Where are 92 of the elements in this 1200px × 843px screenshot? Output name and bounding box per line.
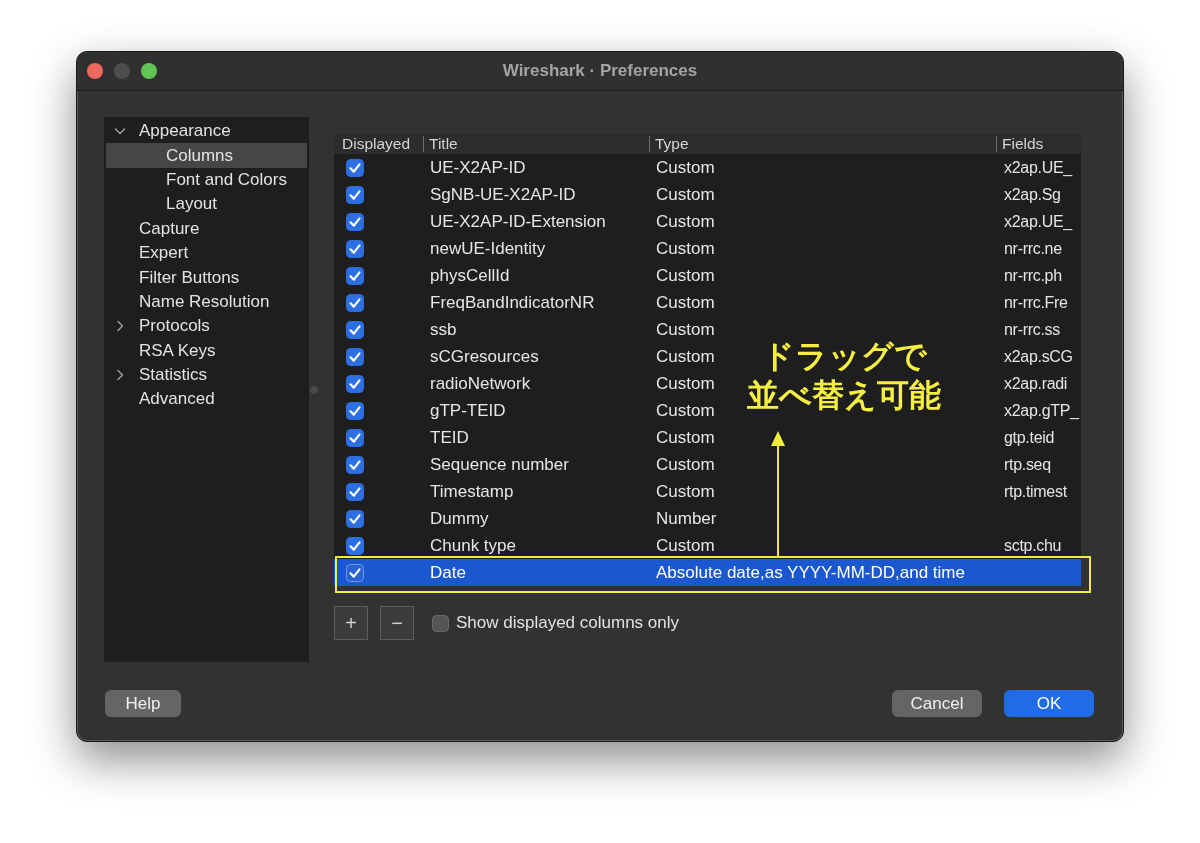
table-cell: Dummy <box>430 508 489 529</box>
table-cell-text: x2ap.gTP_ <box>1004 401 1079 421</box>
tree-item[interactable]: Filter Buttons <box>106 265 307 290</box>
table-cell-text: gtp.teid <box>1004 428 1055 448</box>
table-cell: Custom <box>656 238 715 259</box>
table-cell-text: nr-rrc.ne <box>1004 239 1062 259</box>
tree-item[interactable]: Statistics <box>106 362 307 388</box>
checkbox[interactable] <box>346 320 364 339</box>
annotation-text: ドラッグで 並べ替え可能 <box>746 337 942 415</box>
checkbox[interactable] <box>346 401 364 420</box>
column-header[interactable]: Displayed <box>334 136 423 152</box>
table-cell-text: x2ap.UE_ <box>1004 158 1072 178</box>
chevron-right-icon[interactable] <box>114 320 126 333</box>
table-cell: Custom <box>656 427 715 448</box>
table-cell: Timestamp <box>430 481 514 502</box>
table-cell-text: x2ap.radi <box>1004 374 1068 394</box>
checkbox[interactable] <box>346 509 364 528</box>
column-header[interactable]: Type <box>649 136 996 152</box>
table-cell: Sequence number <box>430 454 569 475</box>
checkbox[interactable] <box>432 614 449 632</box>
table-cell: TEID <box>430 427 469 448</box>
table-cell: Custom <box>656 535 715 556</box>
table-cell: Custom <box>656 265 715 286</box>
table-cell: sCGresources <box>430 346 539 367</box>
table-cell: Custom <box>656 211 715 232</box>
checkbox[interactable] <box>346 455 364 474</box>
table-cell: UE-X2AP-ID-Extension <box>430 211 606 232</box>
tree-item[interactable]: Expert <box>106 240 307 266</box>
checkbox[interactable] <box>346 482 364 501</box>
table-cell-text: x2ap.UE_ <box>1004 212 1072 232</box>
table-cell: Custom <box>656 454 715 475</box>
checkbox[interactable] <box>346 293 364 312</box>
dialog-button[interactable]: Cancel <box>892 690 982 717</box>
table-cell: Number <box>656 508 717 529</box>
table-cell: ssb <box>430 319 457 340</box>
tree-item[interactable]: Columns <box>106 143 307 168</box>
table-cell: radioNetwork <box>430 373 531 394</box>
window-title: Wireshark · Preferences <box>502 61 698 81</box>
chevron-right-icon[interactable] <box>114 369 126 382</box>
window-zoom-icon[interactable] <box>141 63 157 79</box>
window-close-icon[interactable] <box>87 63 103 79</box>
tree-item[interactable]: Layout <box>106 192 307 217</box>
table-cell: FreqBandIndicatorNR <box>430 292 595 313</box>
table-cell-text: rtp.timest <box>1004 482 1067 502</box>
splitter-handle-icon[interactable] <box>310 385 318 394</box>
table-cell-text: nr-rrc.Fre <box>1004 293 1068 313</box>
checkbox[interactable] <box>346 536 364 555</box>
column-header[interactable]: Fields <box>996 136 1081 152</box>
table-cell: Custom <box>656 373 715 394</box>
table-cell: Custom <box>656 400 715 421</box>
checkbox[interactable] <box>346 266 364 285</box>
column-header[interactable]: Title <box>423 136 649 152</box>
table-cell: Custom <box>656 481 715 502</box>
table-cell-text: nr-rrc.ph <box>1004 266 1062 286</box>
table-cell: gTP-TEID <box>430 400 506 421</box>
table-cell: newUE-Identity <box>430 238 546 259</box>
table-cell: Chunk type <box>430 535 516 556</box>
table-cell: physCellId <box>430 265 510 286</box>
tree-item[interactable]: RSA Keys <box>106 338 307 363</box>
checkbox[interactable] <box>346 212 364 231</box>
tree-item[interactable]: Appearance <box>106 119 307 144</box>
default-button[interactable]: OK <box>1004 690 1094 717</box>
checkbox[interactable] <box>346 347 364 366</box>
checkbox[interactable] <box>346 158 364 177</box>
table-cell: Custom <box>656 292 715 313</box>
table-cell: SgNB-UE-X2AP-ID <box>430 184 576 205</box>
help-button[interactable]: Help <box>105 690 181 717</box>
checkbox[interactable] <box>346 239 364 258</box>
table-cell-text: x2ap.sCG <box>1004 347 1073 367</box>
tree-item[interactable]: Name Resolution <box>106 289 307 315</box>
tree-item[interactable]: Advanced <box>106 387 307 412</box>
table-cell-text: x2ap.Sg <box>1004 185 1061 205</box>
tree-item[interactable]: Font and Colors <box>106 167 307 193</box>
tree-item[interactable]: Protocols <box>106 314 307 339</box>
checkbox-label[interactable]: Show displayed columns only <box>456 613 679 633</box>
table-cell: Date <box>430 562 466 583</box>
table-cell-text: nr-rrc.ss <box>1004 320 1060 340</box>
tree-item[interactable]: Capture <box>106 216 307 241</box>
table-cell: Custom <box>656 319 715 340</box>
add-button[interactable]: + <box>334 606 368 640</box>
table-cell-text: sctp.chu <box>1004 536 1062 556</box>
table-cell: Custom <box>656 184 715 205</box>
checkbox[interactable] <box>346 563 364 582</box>
table-cell: Custom <box>656 346 715 367</box>
checkbox[interactable] <box>346 374 364 393</box>
remove-button[interactable]: − <box>380 606 414 640</box>
table-cell: Custom <box>656 157 715 178</box>
table-cell-text: rtp.seq <box>1004 455 1051 475</box>
table-cell: UE-X2AP-ID <box>430 157 526 178</box>
table-cell: Absolute date,as YYYY-MM-DD,and time <box>656 562 965 583</box>
checkbox[interactable] <box>346 185 364 204</box>
checkbox[interactable] <box>346 428 364 447</box>
